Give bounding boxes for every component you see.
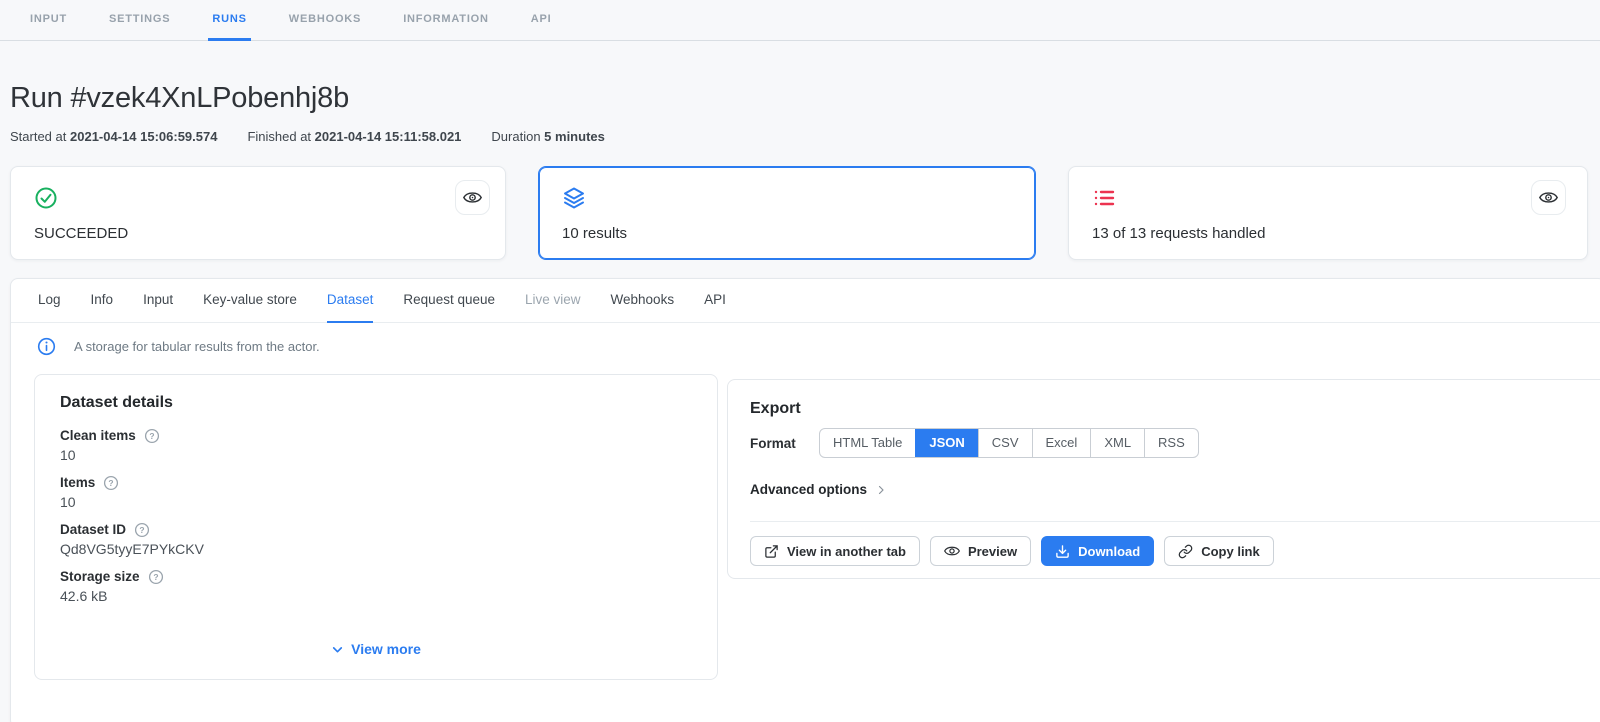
- tab-api-storage[interactable]: API: [704, 279, 726, 323]
- field-dataset-id: Dataset ID ? Qd8VG5tyyE7PYkCKV: [60, 521, 692, 559]
- field-value: 10: [60, 494, 76, 510]
- status-card-succeeded[interactable]: SUCCEEDED: [10, 166, 506, 260]
- help-icon[interactable]: ?: [148, 569, 164, 585]
- format-selector: HTML Table JSON CSV Excel XML RSS: [819, 428, 1199, 458]
- info-icon: [37, 337, 56, 356]
- status-card-label: SUCCEEDED: [34, 225, 129, 242]
- dataset-details-title: Dataset details: [60, 394, 173, 411]
- field-label: Clean items: [60, 428, 136, 443]
- export-card: Export Format HTML Table JSON CSV Excel …: [727, 379, 1600, 579]
- advanced-options-toggle[interactable]: Advanced options: [750, 482, 1596, 497]
- tab-input[interactable]: INPUT: [26, 0, 71, 41]
- view-more-link[interactable]: View more: [35, 641, 717, 657]
- format-option-excel[interactable]: Excel: [1031, 429, 1091, 457]
- field-label: Dataset ID: [60, 522, 127, 537]
- preview-requests-button[interactable]: [1531, 180, 1566, 215]
- field-storage-size: Storage size ? 42.6 kB: [60, 568, 692, 606]
- storage-tab-bar: Log Info Input Key-value store Dataset R…: [11, 279, 1600, 323]
- format-option-rss[interactable]: RSS: [1144, 429, 1198, 457]
- format-label: Format: [750, 435, 796, 451]
- eye-icon: [463, 188, 482, 207]
- format-option-json[interactable]: JSON: [915, 429, 978, 457]
- download-button[interactable]: Download: [1041, 536, 1155, 566]
- finished-at-label: Finished at: [247, 129, 312, 144]
- svg-text:?: ?: [139, 525, 144, 535]
- export-divider: [750, 521, 1600, 522]
- format-row: Format HTML Table JSON CSV Excel XML RSS: [750, 428, 1596, 458]
- duration: Duration 5 minutes: [491, 129, 604, 144]
- dataset-details-card: Dataset details Clean items ? 10 Items ?…: [34, 374, 718, 680]
- tab-input-storage[interactable]: Input: [143, 279, 173, 323]
- tab-live-view: Live view: [525, 292, 581, 307]
- duration-label: Duration: [491, 129, 541, 144]
- dataset-info-banner: A storage for tabular results from the a…: [37, 337, 320, 356]
- tab-webhooks-storage[interactable]: Webhooks: [611, 279, 675, 323]
- page-title: Run #vzek4XnLPobenhj8b: [10, 82, 350, 114]
- check-circle-icon: [34, 186, 58, 210]
- tab-webhooks[interactable]: WEBHOOKS: [285, 0, 365, 41]
- download-icon: [1055, 544, 1070, 559]
- layers-icon: [562, 186, 586, 210]
- tab-information[interactable]: INFORMATION: [399, 0, 493, 41]
- tab-request-queue[interactable]: Request queue: [403, 279, 495, 323]
- button-label: View in another tab: [787, 543, 906, 559]
- field-value: Qd8VG5tyyE7PYkCKV: [60, 541, 204, 557]
- svg-text:?: ?: [153, 572, 158, 582]
- status-card-requests[interactable]: 13 of 13 requests handled: [1068, 166, 1588, 260]
- tab-dataset[interactable]: Dataset: [326, 279, 374, 323]
- view-in-another-tab-button[interactable]: View in another tab: [750, 536, 920, 566]
- help-icon[interactable]: ?: [144, 428, 160, 444]
- svg-text:?: ?: [149, 431, 154, 441]
- field-clean-items: Clean items ? 10: [60, 427, 692, 465]
- tab-settings[interactable]: SETTINGS: [105, 0, 174, 41]
- finished-at: Finished at 2021-04-14 15:11:58.021: [247, 129, 461, 144]
- storage-panel: Log Info Input Key-value store Dataset R…: [10, 278, 1600, 722]
- format-option-html-table[interactable]: HTML Table: [820, 429, 915, 457]
- status-card-label: 10 results: [562, 225, 628, 242]
- duration-value: 5 minutes: [544, 129, 605, 144]
- copy-link-button[interactable]: Copy link: [1164, 536, 1274, 566]
- status-card-label: 13 of 13 requests handled: [1092, 225, 1266, 242]
- list-icon: [1092, 186, 1116, 210]
- tab-key-value-store[interactable]: Key-value store: [203, 279, 297, 323]
- eye-icon: [944, 543, 960, 559]
- preview-status-button[interactable]: [455, 180, 490, 215]
- field-label: Items: [60, 475, 96, 490]
- tab-info[interactable]: Info: [91, 279, 114, 323]
- button-label: Download: [1078, 543, 1141, 559]
- format-option-xml[interactable]: XML: [1090, 429, 1144, 457]
- chevron-down-icon: [331, 643, 344, 656]
- button-label: Copy link: [1201, 543, 1260, 559]
- button-label: Preview: [967, 543, 1018, 559]
- chevron-right-icon: [875, 484, 887, 496]
- tab-runs[interactable]: RUNS: [208, 0, 251, 41]
- link-icon: [1178, 544, 1193, 559]
- tab-api[interactable]: API: [527, 0, 556, 41]
- format-option-csv[interactable]: CSV: [977, 429, 1032, 457]
- preview-button[interactable]: Preview: [929, 536, 1032, 566]
- export-actions: View in another tab Preview Download Cop…: [750, 536, 1596, 566]
- advanced-options-label: Advanced options: [750, 482, 868, 497]
- eye-icon: [1539, 188, 1558, 207]
- field-value: 42.6 kB: [60, 588, 108, 604]
- help-icon[interactable]: ?: [103, 475, 119, 491]
- field-items: Items ? 10: [60, 474, 692, 512]
- svg-text:?: ?: [109, 478, 114, 488]
- run-meta: Started at 2021-04-14 15:06:59.574 Finis…: [10, 129, 605, 144]
- field-value: 10: [60, 447, 76, 463]
- view-more-label: View more: [351, 641, 421, 657]
- started-at-label: Started at: [10, 129, 67, 144]
- external-link-icon: [764, 544, 779, 559]
- export-title: Export: [750, 400, 801, 417]
- finished-at-value: 2021-04-14 15:11:58.021: [314, 129, 462, 144]
- started-at-value: 2021-04-14 15:06:59.574: [70, 129, 218, 144]
- tab-log[interactable]: Log: [38, 279, 61, 323]
- status-card-results[interactable]: 10 results: [538, 166, 1036, 260]
- run-detail-tab-bar: INPUT SETTINGS RUNS WEBHOOKS INFORMATION…: [0, 0, 1600, 41]
- info-text: A storage for tabular results from the a…: [74, 339, 320, 354]
- field-label: Storage size: [60, 569, 140, 584]
- started-at: Started at 2021-04-14 15:06:59.574: [10, 129, 217, 144]
- help-icon[interactable]: ?: [134, 522, 150, 538]
